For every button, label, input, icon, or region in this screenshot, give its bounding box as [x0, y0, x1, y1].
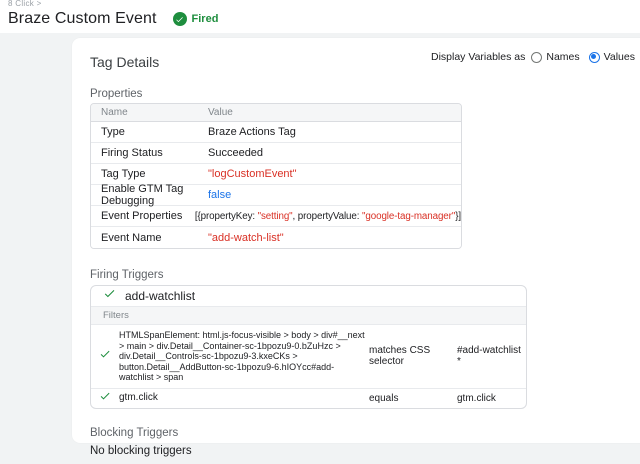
table-row: Tag Type "logCustomEvent"	[91, 164, 461, 185]
filter-value: gtm.click	[457, 392, 496, 404]
main-area: Tag Details Display Variables as Names V…	[0, 33, 640, 457]
table-row: Event Name "add-watch-list"	[91, 227, 461, 248]
column-header-name: Name	[101, 107, 128, 118]
status-badge-label: Fired	[191, 13, 219, 25]
check-icon	[99, 389, 111, 407]
status-badge: Fired	[172, 12, 219, 26]
check-circle-icon	[172, 12, 187, 26]
filter-row: gtm.click equals gtm.click	[91, 389, 526, 408]
trigger-name-row: add-watchlist	[91, 286, 526, 306]
display-variables-label: Display Variables as	[431, 51, 526, 63]
blocking-triggers-empty-text: No blocking triggers	[90, 444, 192, 457]
names-radio-label[interactable]: Names	[546, 51, 579, 63]
firing-trigger-card: add-watchlist Filters HTMLSpanElement: h…	[90, 285, 527, 409]
page-header: 8 Click > Braze Custom Event Fired	[0, 0, 640, 33]
page-title: Braze Custom Event	[8, 10, 157, 27]
filter-operator: equals	[369, 392, 399, 404]
properties-table-header: Name Value	[91, 104, 461, 122]
trigger-name: add-watchlist	[125, 289, 196, 303]
blocking-triggers-heading: Blocking Triggers	[90, 426, 179, 439]
check-icon	[99, 347, 111, 365]
filters-header: Filters	[91, 306, 526, 325]
filter-condition: gtm.click	[119, 391, 158, 403]
values-radio[interactable]	[588, 51, 600, 63]
table-row: Firing Status Succeeded	[91, 143, 461, 164]
breadcrumb: 8 Click >	[8, 0, 42, 8]
table-row: Event Properties [{propertyKey: "setting…	[91, 206, 461, 227]
table-row: Enable GTM Tag Debugging false	[91, 183, 461, 207]
filter-value: #add-watchlist *	[457, 345, 521, 368]
filter-condition: HTMLSpanElement: html.js-focus-visible >…	[119, 330, 365, 382]
check-icon	[103, 287, 116, 305]
firing-triggers-heading: Firing Triggers	[90, 269, 164, 281]
table-row: Type Braze Actions Tag	[91, 122, 461, 143]
values-radio-label[interactable]: Values	[604, 51, 635, 63]
properties-heading: Properties	[90, 88, 143, 100]
tag-details-card: Tag Details Display Variables as Names V…	[72, 38, 640, 457]
column-header-value: Value	[208, 107, 233, 118]
properties-table: Name Value Type Braze Actions Tag Firing…	[90, 103, 462, 249]
names-radio[interactable]	[531, 51, 543, 63]
filter-row: HTMLSpanElement: html.js-focus-visible >…	[91, 325, 526, 389]
display-variables-toggle: Display Variables as Names Values	[431, 51, 640, 63]
filter-operator: matches CSS selector	[369, 345, 431, 368]
